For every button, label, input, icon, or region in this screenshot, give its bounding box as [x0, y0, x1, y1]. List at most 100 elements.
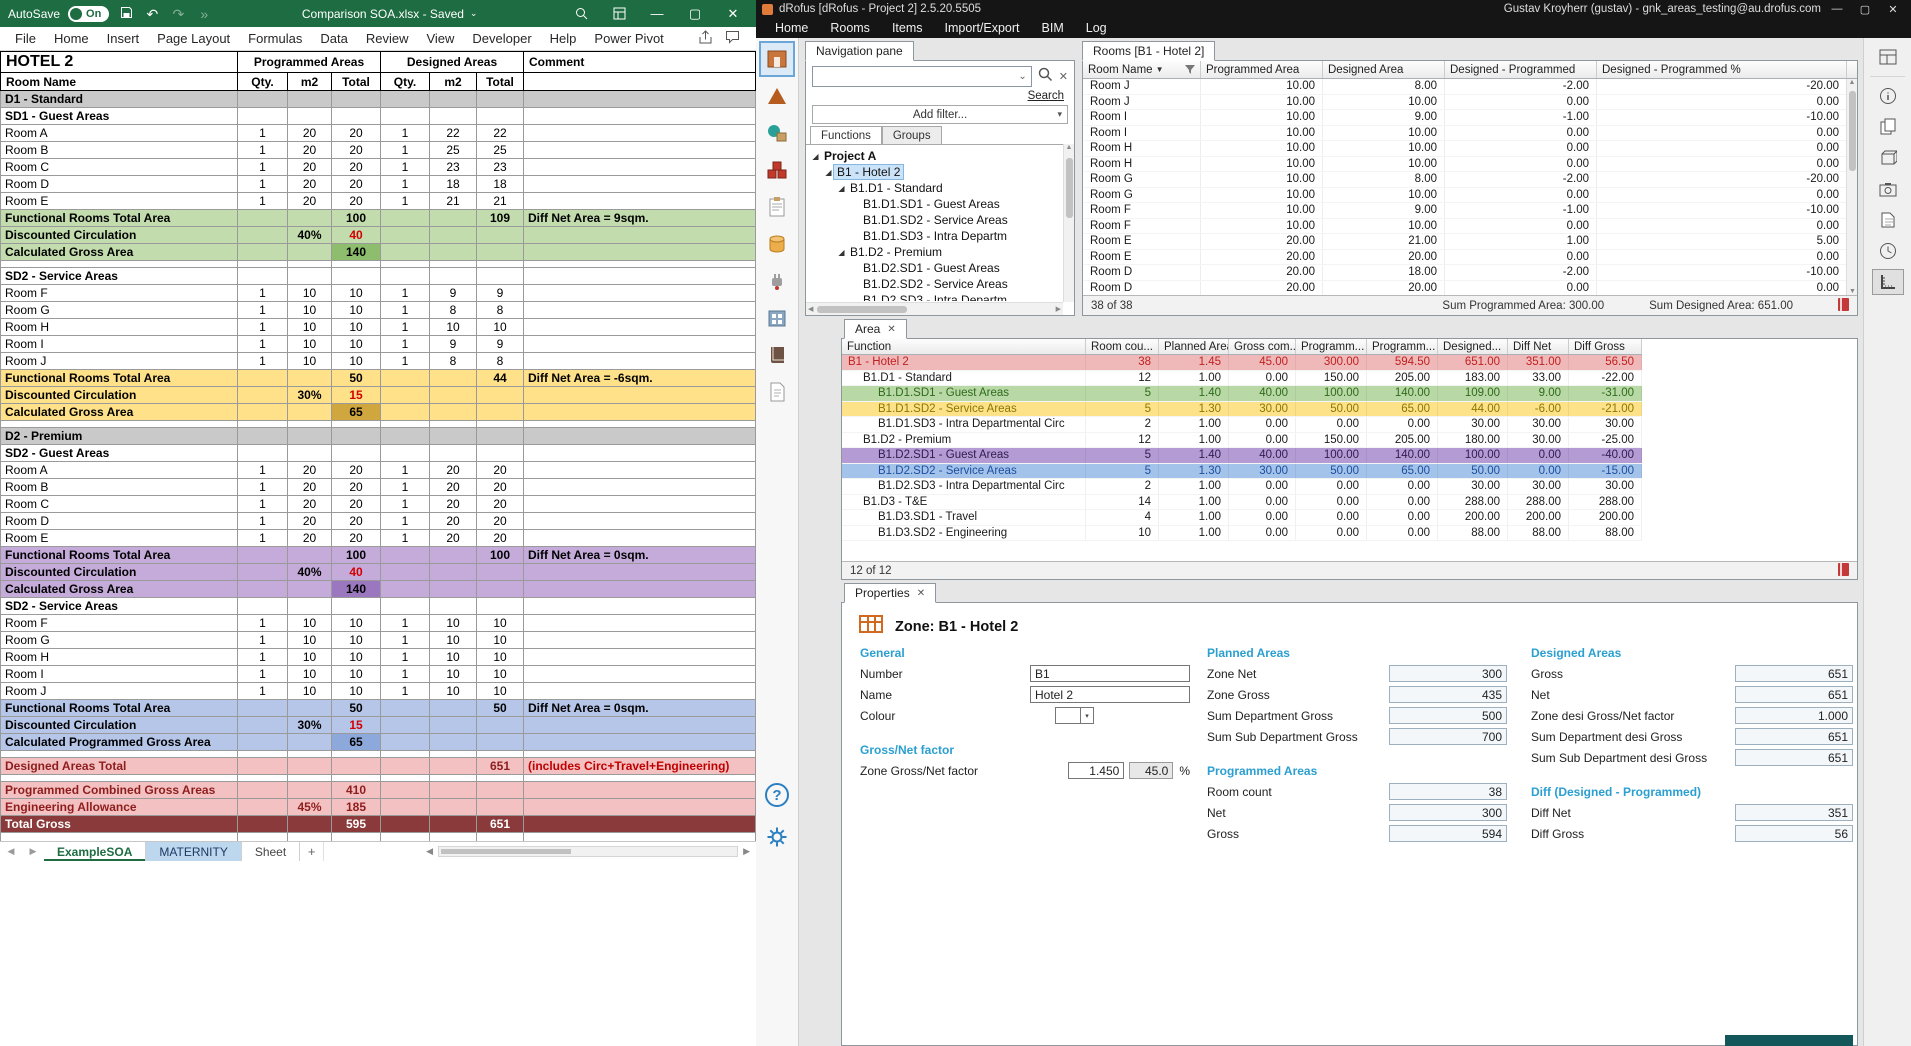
rooms-column-designed-area[interactable]: Designed Area	[1323, 61, 1445, 78]
area-column-programm[interactable]: Programm...	[1367, 339, 1438, 354]
rooms-row[interactable]: Room J10.008.00-2.00-20.00	[1083, 79, 1857, 95]
rooms-row[interactable]: Room J10.0010.000.000.00	[1083, 95, 1857, 111]
search-clear-icon[interactable]: ✕	[1059, 70, 1068, 83]
drofus-menu-rooms[interactable]: Rooms	[819, 19, 881, 37]
history-clock-icon[interactable]	[1873, 239, 1903, 263]
tree-item-b1-d2-sd1-guest-areas[interactable]: B1.D2.SD1 - Guest Areas	[806, 260, 1063, 276]
tree-item-b1-d1-sd2-service-areas[interactable]: B1.D1.SD2 - Service Areas	[806, 212, 1063, 228]
excel-row-sd2-guest-areas[interactable]: SD2 - Guest Areas	[0, 445, 756, 462]
help-icon[interactable]: ?	[761, 779, 793, 811]
nav-vertical-scrollbar[interactable]: ▲	[1063, 144, 1074, 302]
tree-item-b1-d2-premium[interactable]: ◢B1.D2 - Premium	[806, 244, 1063, 260]
tree-expander-icon[interactable]: ◢	[836, 184, 847, 193]
excel-row-room-h[interactable]: Room H1101011010	[0, 319, 756, 336]
report-icon[interactable]	[1838, 298, 1849, 314]
excel-row-calculated-gross-area[interactable]: Calculated Gross Area140	[0, 244, 756, 261]
property-value-room-count[interactable]: 38	[1389, 783, 1507, 800]
scrollbar-thumb[interactable]	[441, 849, 571, 854]
tree-expander-icon[interactable]: ◢	[836, 248, 847, 257]
m2-header[interactable]: m2	[288, 73, 332, 91]
rooms-row[interactable]: Room E20.0021.001.005.00	[1083, 234, 1857, 250]
colour-dropdown-icon[interactable]: ▾	[1081, 707, 1094, 724]
report-icon[interactable]	[1838, 563, 1849, 579]
excel-row[interactable]	[0, 751, 756, 758]
rooms-row[interactable]: Room F10.009.00-1.00-10.00	[1083, 203, 1857, 219]
rooms-column-programmed-area[interactable]: Programmed Area	[1201, 61, 1323, 78]
excel-row-room-a[interactable]: Room A1202012222	[0, 125, 756, 142]
drofus-menu-home[interactable]: Home	[764, 19, 819, 37]
property-value-diff-net[interactable]: 351	[1735, 804, 1853, 821]
autosave-toggle[interactable]: On	[68, 6, 109, 22]
zones-module-icon[interactable]	[761, 80, 793, 112]
property-value-zone-gross[interactable]: 435	[1389, 686, 1507, 703]
property-value-sum-department-desi-gross[interactable]: 651	[1735, 728, 1853, 745]
tree-item-project-a[interactable]: ◢Project A	[806, 148, 1063, 164]
excel-row-room-d[interactable]: Room D1202011818	[0, 176, 756, 193]
total-header[interactable]: Total	[332, 73, 381, 91]
tree-item-b1-d2-sd2-service-areas[interactable]: B1.D2.SD2 - Service Areas	[806, 276, 1063, 292]
rooms-column-designed-programmed[interactable]: Designed - Programmed %	[1597, 61, 1847, 78]
programmed-areas-header[interactable]: Programmed Areas	[238, 51, 381, 73]
menu-item-help[interactable]: Help	[541, 28, 586, 49]
excel-row-discounted-circulation[interactable]: Discounted Circulation40%40	[0, 227, 756, 244]
maximize-button[interactable]: ▢	[680, 0, 710, 27]
rooms-row[interactable]: Room D20.0020.000.000.00	[1083, 281, 1857, 297]
name-input[interactable]: Hotel 2	[1030, 686, 1190, 703]
excel-row-room-i[interactable]: Room I11010199	[0, 336, 756, 353]
area-column-diff-net[interactable]: Diff Net	[1508, 339, 1569, 354]
area-row-b1-d3-t-e[interactable]: B1.D3 - T&E141.000.000.000.00288.00288.0…	[842, 495, 1642, 511]
documents-module-icon[interactable]	[761, 376, 793, 408]
excel-row-discounted-circulation[interactable]: Discounted Circulation40%40	[0, 564, 756, 581]
close-button[interactable]: ✕	[1881, 3, 1905, 16]
area-row-b1-d1-sd2-service-areas[interactable]: B1.D1.SD2 - Service Areas51.3030.0050.00…	[842, 402, 1642, 418]
excel-row-functional-rooms-total-area[interactable]: Functional Rooms Total Area100100Diff Ne…	[0, 547, 756, 564]
excel-row-room-e[interactable]: Room E1202012020	[0, 530, 756, 547]
excel-row-room-f[interactable]: Room F11010199	[0, 285, 756, 302]
excel-row-room-j[interactable]: Room J11010188	[0, 353, 756, 370]
excel-row[interactable]	[0, 261, 756, 268]
property-value-zone-net[interactable]: 300	[1389, 665, 1507, 682]
excel-row[interactable]	[0, 775, 756, 782]
area-row-b1-d3-sd1-travel[interactable]: B1.D3.SD1 - Travel41.000.000.000.00200.0…	[842, 510, 1642, 526]
excel-row-sd2-service-areas[interactable]: SD2 - Service Areas	[0, 268, 756, 285]
property-value-gross[interactable]: 651	[1735, 665, 1853, 682]
rooms-row[interactable]: Room F10.0010.000.000.00	[1083, 219, 1857, 235]
nav-search-input[interactable]: ⌄	[812, 66, 1032, 87]
excel-row-total-gross[interactable]: Total Gross595651	[0, 816, 756, 833]
area-row-b1-hotel-2[interactable]: B1 - Hotel 2381.4545.00300.00594.50651.0…	[842, 355, 1642, 371]
rooms-column-room-name[interactable]: Room Name▼	[1083, 61, 1201, 78]
menu-item-developer[interactable]: Developer	[463, 28, 540, 49]
book-module-icon[interactable]	[761, 339, 793, 371]
redo-icon[interactable]: ↷	[169, 7, 187, 21]
area-row-b1-d2-premium[interactable]: B1.D2 - Premium121.000.00150.00205.00180…	[842, 433, 1642, 449]
area-row-b1-d2-sd3-intra-departmental-circ[interactable]: B1.D2.SD3 - Intra Departmental Circ21.00…	[842, 479, 1642, 495]
excel-row-sd1-guest-areas[interactable]: SD1 - Guest Areas	[0, 108, 756, 125]
area-column-planned-area[interactable]: Planned Area...	[1159, 339, 1229, 354]
minimize-button[interactable]: —	[642, 0, 672, 27]
sheet-tab-maternity[interactable]: MATERNITY	[146, 842, 241, 861]
tab-navigation-pane[interactable]: Navigation pane	[805, 41, 914, 61]
colour-swatch[interactable]	[1055, 707, 1081, 724]
tab-properties[interactable]: Properties✕	[844, 583, 936, 603]
excel-row-programmed-combined-gross-areas[interactable]: Programmed Combined Gross Areas410	[0, 782, 756, 799]
search-dropdown-icon[interactable]: ⌄	[1018, 71, 1026, 82]
excel-row-functional-rooms-total-area[interactable]: Functional Rooms Total Area5050Diff Net …	[0, 700, 756, 717]
tab-functions[interactable]: Functions	[810, 126, 882, 144]
grossnet-percent-input[interactable]: 45.0	[1129, 762, 1173, 779]
area-row-b1-d1-sd3-intra-departmental-circ[interactable]: B1.D1.SD3 - Intra Departmental Circ21.00…	[842, 417, 1642, 433]
property-value-sum-department-gross[interactable]: 500	[1389, 707, 1507, 724]
excel-row-room-c[interactable]: Room C1202012323	[0, 159, 756, 176]
area-column-gross-com[interactable]: Gross com...	[1229, 339, 1296, 354]
property-value-diff-gross[interactable]: 56	[1735, 825, 1853, 842]
area-column-designed[interactable]: Designed...	[1438, 339, 1508, 354]
sheet-tab-examplesoa[interactable]: ExampleSOA	[44, 842, 146, 861]
tree-expander-icon[interactable]: ◢	[823, 168, 834, 177]
tab-area[interactable]: Area✕	[844, 319, 907, 339]
scroll-left-icon[interactable]: ◀	[426, 846, 433, 857]
model-box-icon[interactable]	[1873, 146, 1903, 170]
rooms-vertical-scrollbar[interactable]: ▲▼	[1846, 79, 1857, 295]
sheet-nav-arrows[interactable]: ◀▶	[0, 842, 44, 861]
area-row-b1-d1-standard[interactable]: B1.D1 - Standard121.000.00150.00205.0018…	[842, 371, 1642, 387]
excel-row-room-c[interactable]: Room C1202012020	[0, 496, 756, 513]
property-value-net[interactable]: 300	[1389, 804, 1507, 821]
